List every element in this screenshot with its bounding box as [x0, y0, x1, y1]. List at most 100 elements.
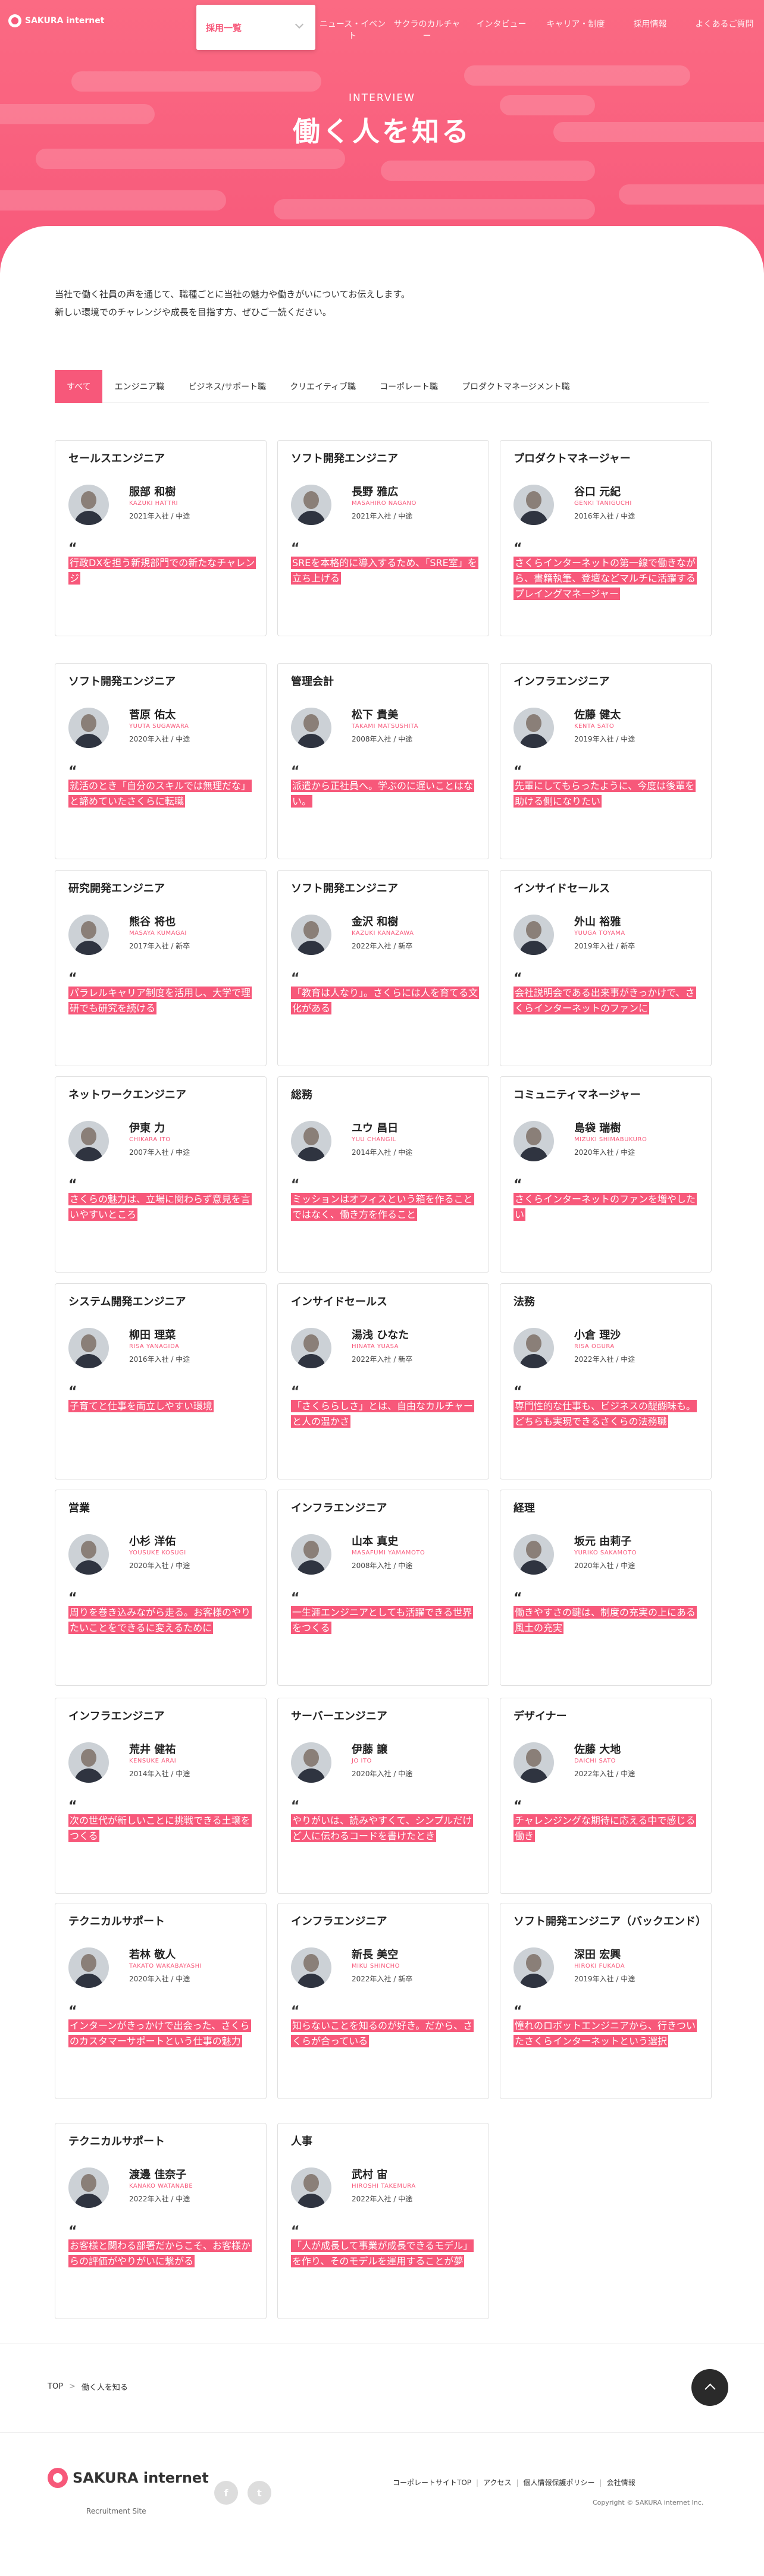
interview-card[interactable]: インフラエンジニア 佐藤 健太 KENTA SATO 2019年入社 / 中途 “先輩に… — [500, 663, 712, 859]
tab-product-management[interactable]: プロダクトマネージメント職 — [450, 370, 582, 403]
card-join-year: 2022年入社 / 新卒 — [352, 942, 413, 950]
card-job-title: インフラエンジニア — [513, 676, 610, 688]
interview-card[interactable]: デザイナー 佐藤 大地 DAICHI SATO 2022年入社 / 中途 “チャレンジン… — [500, 1698, 712, 1894]
hero-stripe — [464, 65, 690, 86]
interview-card[interactable]: インサイドセールス 外山 裕雅 YUUGA TOYAMA 2019年入社 / 新卒 “会… — [500, 870, 712, 1066]
card-person-name: 小倉 理沙 — [574, 1329, 621, 1342]
interview-card[interactable]: 人事 武村 宙 HIROSHI TAKEMURA 2022年入社 / 中途 “「人が成長… — [277, 2123, 489, 2319]
card-job-title: インフラエンジニア — [68, 1710, 165, 1723]
nav-item[interactable]: サクラのカルチャー — [390, 18, 464, 42]
footer-links: コーポレートサイトTOP | アクセス | 個人情報保護ポリシー | 会社情報 — [393, 2477, 635, 2487]
interview-card[interactable]: インサイドセールス 湯浅 ひなた HINATA YUASA 2022年入社 / 新卒 “… — [277, 1283, 489, 1479]
avatar — [291, 708, 331, 748]
interview-card[interactable]: 経理 坂元 由莉子 YURIKO SAKAMOTO 2020年入社 / 中途 “働きやす… — [500, 1490, 712, 1686]
interview-card[interactable]: インフラエンジニア 山本 真史 MASAFUMI YAMAMOTO 2008年入社 /… — [277, 1490, 489, 1686]
card-person-roman: YOUSUKE KOSUGI — [129, 1550, 186, 1556]
quote-icon: “ — [291, 1177, 300, 1192]
footer-logo[interactable]: SAKURA internet — [48, 2468, 209, 2488]
footer-link-privacy[interactable]: 個人情報保護ポリシー — [524, 2477, 595, 2487]
tab-corporate[interactable]: コーポレート職 — [368, 370, 450, 403]
nav-item[interactable]: ニュース・イベント — [315, 18, 390, 42]
interview-card[interactable]: 研究開発エンジニア 熊谷 将也 MASAYA KUMAGAI 2017年入社 / 新卒… — [55, 870, 267, 1066]
card-person-roman: HIROSHI TAKEMURA — [352, 2183, 416, 2189]
facebook-icon[interactable]: f — [214, 2481, 238, 2505]
interview-card[interactable]: ソフト開発エンジニア（バックエンド） 深田 宏興 HIROKI FUKADA 2019… — [500, 1903, 712, 2099]
interview-card[interactable]: テクニカルサポート 渡邊 佳奈子 KANAKO WATANABE 2022年入社 / … — [55, 2123, 267, 2319]
interview-card[interactable]: インフラエンジニア 新長 美空 MIKU SHINCHO 2022年入社 / 新卒 “知… — [277, 1903, 489, 2099]
hero-stripe — [619, 184, 764, 205]
tab-business-support[interactable]: ビジネス/サポート職 — [176, 370, 278, 403]
interview-card[interactable]: 総務 ユウ 昌日 YUU CHANGIL 2014年入社 / 中途 “ミッションはオフィ… — [277, 1076, 489, 1273]
quote-icon: “ — [68, 2224, 77, 2239]
interview-card[interactable]: コミュニティマネージャー 島袋 瑞樹 MIZUKI SHIMABUKURO 2020年… — [500, 1076, 712, 1273]
footer-subtitle: Recruitment Site — [86, 2507, 146, 2515]
avatar — [68, 708, 109, 748]
nav-item[interactable]: インタビュー — [464, 18, 538, 42]
hero-stripe — [36, 149, 345, 169]
interview-card[interactable]: サーバーエンジニア 伊藤 譲 JO ITO 2020年入社 / 中途 “やりがいは、読み… — [277, 1698, 489, 1894]
card-person-name: 伊藤 譲 — [352, 1743, 388, 1756]
card-person-name: 新長 美空 — [352, 1949, 399, 1961]
card-person-name: 菅原 佑太 — [129, 709, 176, 721]
tab-creative[interactable]: クリエイティブ職 — [278, 370, 368, 403]
card-person-name: 佐藤 健太 — [574, 709, 621, 721]
quote-icon: “ — [291, 1591, 300, 1606]
interview-card[interactable]: 営業 小杉 洋佑 YOUSUKE KOSUGI 2020年入社 / 中途 “周りを巻き込… — [55, 1490, 267, 1686]
recruit-dropdown[interactable]: 採用一覧 — [196, 5, 315, 50]
card-join-year: 2022年入社 / 中途 — [129, 2195, 190, 2203]
footer-link-company[interactable]: 会社情報 — [607, 2477, 635, 2487]
avatar — [513, 1534, 554, 1575]
interview-card[interactable]: インフラエンジニア 荒井 健祐 KENSUKE ARAI 2014年入社 / 中途 “次… — [55, 1698, 267, 1894]
quote-icon: “ — [513, 1591, 522, 1606]
back-to-top-button[interactable] — [691, 2369, 728, 2406]
quote-icon: “ — [68, 1177, 77, 1192]
card-join-year: 2022年入社 / 中途 — [352, 2195, 413, 2203]
interview-card[interactable]: ソフト開発エンジニア 長野 雅広 MASAHIRO NAGANO 2021年入社 / … — [277, 440, 489, 636]
card-quote: インターンがきっかけで出会った、さくらのカスタマーサポートという仕事の魅力 — [68, 2018, 259, 2049]
interview-card[interactable]: セールスエンジニア 服部 和樹 KAZUKI HATTRI 2021年入社 / 中途 “… — [55, 440, 267, 636]
interview-card[interactable]: ネットワークエンジニア 伊東 力 CHIKARA ITO 2007年入社 / 中途 “さ… — [55, 1076, 267, 1273]
card-person-name: 谷口 元紀 — [574, 486, 621, 498]
card-person-name: 渡邊 佳奈子 — [129, 2169, 187, 2181]
avatar — [68, 1121, 109, 1161]
footer-link-corporate[interactable]: コーポレートサイトTOP — [393, 2477, 471, 2487]
interview-card[interactable]: 管理会計 松下 貴美 TAKAMI MATSUSHITA 2008年入社 / 中途 “派… — [277, 663, 489, 859]
avatar — [291, 2167, 331, 2208]
header-logo[interactable]: SAKURA internet — [8, 14, 104, 27]
nav-item[interactable]: キャリア・制度 — [538, 18, 613, 42]
card-job-title: ソフト開発エンジニア（バックエンド） — [513, 1915, 706, 1928]
avatar — [291, 1742, 331, 1783]
interview-card[interactable]: ソフト開発エンジニア 金沢 和樹 KAZUKI KANAZAWA 2022年入社 / … — [277, 870, 489, 1066]
card-quote: 働きやすさの鍵は、制度の充実の上にある風土の充実 — [513, 1605, 704, 1636]
card-person-roman: KANAKO WATANABE — [129, 2183, 193, 2189]
nav-item[interactable]: 採用情報 — [613, 18, 687, 42]
breadcrumb-top-link[interactable]: TOP — [48, 2382, 63, 2391]
card-person-roman: MASAHIRO NAGANO — [352, 500, 417, 507]
card-person-roman: YUUTA SUGAWARA — [129, 723, 189, 730]
footer-link-access[interactable]: アクセス — [483, 2477, 511, 2487]
card-quote-text: さくらの魅力は、立場に関わらず意見を言いやすいところ — [68, 1193, 252, 1221]
tab-engineer[interactable]: エンジニア職 — [102, 370, 176, 403]
card-job-title: インサイドセールス — [291, 1296, 387, 1308]
card-quote: さくらの魅力は、立場に関わらず意見を言いやすいところ — [68, 1192, 259, 1223]
interview-card[interactable]: 法務 小倉 理沙 RISA OGURA 2022年入社 / 中途 “専門性的な仕事も、ビ… — [500, 1283, 712, 1479]
interview-card[interactable]: システム開発エンジニア 柳田 理菜 RISA YANAGIDA 2016年入社 / 中… — [55, 1283, 267, 1479]
card-person-roman: MIZUKI SHIMABUKURO — [574, 1136, 647, 1143]
avatar — [68, 1328, 109, 1368]
quote-icon: “ — [291, 764, 300, 779]
card-quote: 就活のとき「自分のスキルでは無理だな」と諦めていたさくらに転職 — [68, 778, 259, 809]
card-quote: さくらインターネットのファンを増やしたい — [513, 1192, 704, 1223]
breadcrumb-separator-icon: > — [69, 2382, 76, 2391]
card-quote-text: 先輩にしてもらったように、今度は後輩を助ける側になりたい — [513, 780, 696, 808]
card-job-title: ネットワークエンジニア — [68, 1089, 186, 1101]
nav-item[interactable]: よくあるご質問 — [687, 18, 762, 42]
card-quote: やりがいは、読みやすくて、シンプルだけど人に伝わるコードを書けたとき — [291, 1813, 481, 1844]
card-job-title: 法務 — [513, 1296, 535, 1308]
twitter-icon[interactable]: t — [248, 2481, 271, 2505]
interview-card[interactable]: プロダクトマネージャー 谷口 元紀 GENKI TANIGUCHI 2016年入社 /… — [500, 440, 712, 636]
interview-card[interactable]: ソフト開発エンジニア 菅原 佑太 YUUTA SUGAWARA 2020年入社 / 中… — [55, 663, 267, 859]
tab-all[interactable]: すべて — [55, 370, 103, 403]
interview-card[interactable]: テクニカルサポート 若林 敬人 TAKATO WAKABAYASHI 2020年入社 … — [55, 1903, 267, 2099]
card-job-title: 経理 — [513, 1502, 535, 1515]
avatar — [291, 485, 331, 525]
